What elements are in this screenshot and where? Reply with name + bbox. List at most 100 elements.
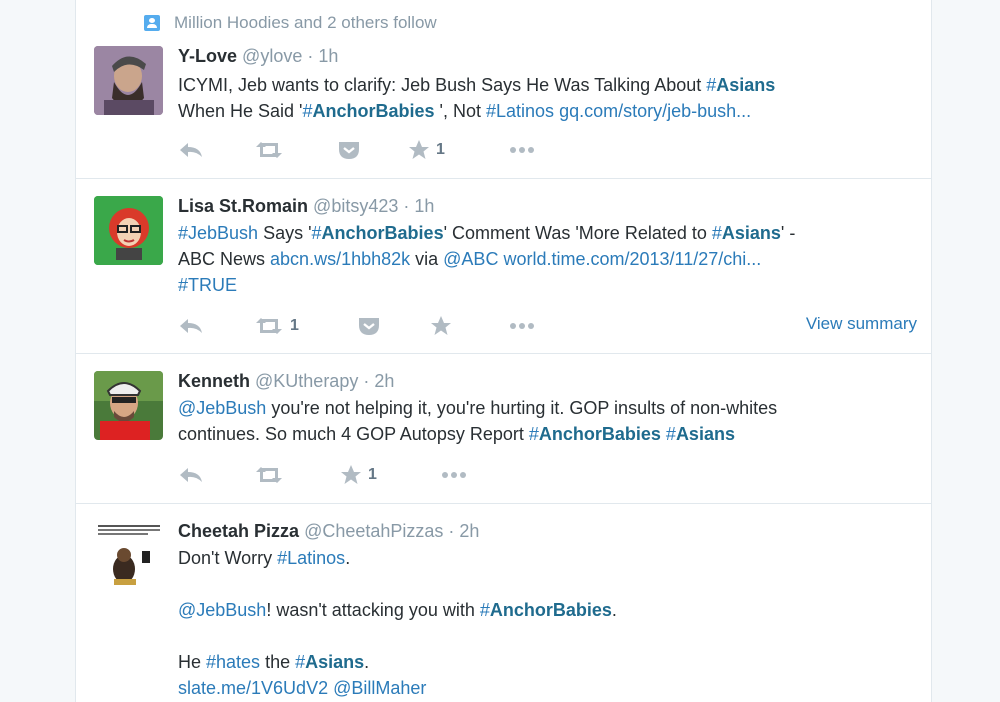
view-summary-link[interactable]: View summary: [806, 314, 917, 334]
hashtag-link[interactable]: #Asians: [706, 75, 775, 95]
author-handle[interactable]: @CheetahPizzas: [304, 521, 443, 541]
author-handle[interactable]: @ylove: [242, 46, 302, 66]
tweet-header: Y-Love @ylove · 1h: [178, 44, 917, 68]
avatar-image: [94, 521, 163, 590]
url-link[interactable]: gq.com/story/jeb-bush...: [559, 101, 751, 121]
tweet-time[interactable]: · 1h: [307, 46, 338, 66]
tweet-time[interactable]: · 2h: [363, 371, 394, 391]
favorite-button[interactable]: 1: [408, 136, 445, 164]
retweet-icon: [256, 318, 282, 334]
author-name[interactable]: Lisa St.Romain: [178, 196, 308, 216]
tweet-time[interactable]: · 1h: [403, 196, 434, 216]
retweet-button[interactable]: [254, 136, 284, 164]
hashtag-link[interactable]: #Asians: [712, 223, 781, 243]
reply-icon: [180, 143, 202, 157]
retweet-icon: [256, 467, 282, 483]
tweet[interactable]: Cheetah Pizza @CheetahPizzas · 2h Don't …: [76, 503, 931, 702]
retweet-button[interactable]: [254, 461, 284, 489]
tweet-header: Kenneth @KUtherapy · 2h: [178, 369, 917, 393]
more-icon: [442, 472, 466, 478]
pocket-icon: [339, 142, 359, 159]
tweet-header: Lisa St.Romain @bitsy423 · 1h: [178, 194, 917, 218]
reply-icon: [180, 468, 202, 482]
hashtag-link[interactable]: #Asians: [666, 424, 735, 444]
mention-link[interactable]: @JebBush: [178, 600, 266, 620]
timeline: Million Hoodies and 2 others follow Y-Lo…: [75, 0, 932, 702]
hashtag-link[interactable]: #Latinos: [277, 548, 345, 568]
text-span: ICYMI, Jeb wants to clarify: Jeb Bush Sa…: [178, 75, 707, 95]
tweet-text: #JebBush Says '#AnchorBabies' Comment Wa…: [178, 220, 917, 298]
avatar[interactable]: [94, 521, 163, 590]
reply-button[interactable]: [178, 312, 204, 340]
tweet-header: Cheetah Pizza @CheetahPizzas · 2h: [178, 519, 917, 543]
url-link[interactable]: world.time.com/2013/11/27/chi...: [503, 249, 761, 269]
author-name[interactable]: Cheetah Pizza: [178, 521, 299, 541]
favorite-button[interactable]: [430, 312, 452, 340]
tweet-time[interactable]: · 2h: [448, 521, 479, 541]
hashtag-link[interactable]: #AnchorBabies: [529, 424, 661, 444]
tweet-text: @JebBush you're not helping it, you're h…: [178, 395, 917, 447]
tweet-actions: 1: [178, 136, 917, 164]
text-span: Don't Worry: [178, 548, 278, 568]
text-span: continues. So much 4 GOP Autopsy Report: [178, 424, 529, 444]
mention-link[interactable]: @BillMaher: [333, 678, 426, 698]
text-span: Says ': [258, 223, 312, 243]
reply-button[interactable]: [178, 136, 204, 164]
text-span: ABC News: [178, 249, 271, 269]
hashtag-link[interactable]: #Asians: [295, 652, 364, 672]
hashtag-link[interactable]: #Latinos: [486, 101, 554, 121]
avatar-image: [94, 371, 163, 440]
tweet[interactable]: Kenneth @KUtherapy · 2h @JebBush you're …: [76, 353, 931, 504]
text-span: He: [178, 652, 207, 672]
avatar[interactable]: [94, 371, 163, 440]
tweet-actions: 1 View summary: [178, 312, 917, 340]
star-icon: [341, 465, 361, 484]
more-button[interactable]: [510, 312, 534, 340]
text-span: ' -: [780, 223, 796, 243]
hashtag-link[interactable]: #AnchorBabies: [480, 600, 612, 620]
favorite-button[interactable]: 1: [340, 461, 377, 489]
hashtag-link[interactable]: #AnchorBabies: [312, 223, 444, 243]
retweet-button[interactable]: 1: [254, 312, 299, 340]
star-icon: [431, 316, 451, 335]
tweet-text: Don't Worry #Latinos. @JebBush! wasn't a…: [178, 548, 617, 698]
avatar[interactable]: [94, 196, 163, 265]
tweet[interactable]: Lisa St.Romain @bitsy423 · 1h #JebBush S…: [76, 178, 931, 354]
retweet-count: 1: [290, 317, 299, 334]
hashtag-link[interactable]: #hates: [206, 652, 260, 672]
hashtag-link[interactable]: #TRUE: [178, 275, 237, 295]
hashtag-link[interactable]: #JebBush: [178, 223, 258, 243]
reply-button[interactable]: [178, 461, 204, 489]
url-link[interactable]: slate.me/1V6UdV2: [178, 678, 328, 698]
pocket-button[interactable]: [338, 136, 360, 164]
text-span: you're not helping it, you're hurting it…: [266, 398, 778, 418]
author-name[interactable]: Kenneth: [178, 371, 250, 391]
author-handle[interactable]: @KUtherapy: [255, 371, 358, 391]
author-handle[interactable]: @bitsy423: [313, 196, 398, 216]
favorite-count: 1: [436, 141, 445, 158]
pocket-button[interactable]: [358, 312, 380, 340]
hashtag-link[interactable]: #AnchorBabies: [303, 101, 435, 121]
avatar-image: [94, 196, 163, 265]
author-name[interactable]: Y-Love: [178, 46, 237, 66]
avatar-image: [94, 46, 163, 115]
more-icon: [510, 323, 534, 329]
text-span: ', Not: [434, 101, 486, 121]
text-span: ' Comment Was 'More Related to: [443, 223, 712, 243]
more-button[interactable]: [510, 136, 534, 164]
more-button[interactable]: [442, 461, 466, 489]
retweet-icon: [256, 142, 282, 158]
tweet-actions: 1: [178, 461, 917, 489]
favorite-count: 1: [368, 466, 377, 483]
tweet-text: ICYMI, Jeb wants to clarify: Jeb Bush Sa…: [178, 72, 917, 124]
text-span: ! wasn't attacking you with: [266, 600, 480, 620]
star-icon: [409, 140, 429, 159]
reply-icon: [180, 319, 202, 333]
url-link[interactable]: abcn.ws/1hbh82k: [270, 249, 410, 269]
tweet[interactable]: Y-Love @ylove · 1h ICYMI, Jeb wants to c…: [76, 0, 931, 179]
pocket-icon: [359, 318, 379, 335]
mention-link[interactable]: @JebBush: [178, 398, 266, 418]
mention-link[interactable]: @ABC: [443, 249, 498, 269]
avatar[interactable]: [94, 46, 163, 115]
text-span: via: [410, 249, 444, 269]
